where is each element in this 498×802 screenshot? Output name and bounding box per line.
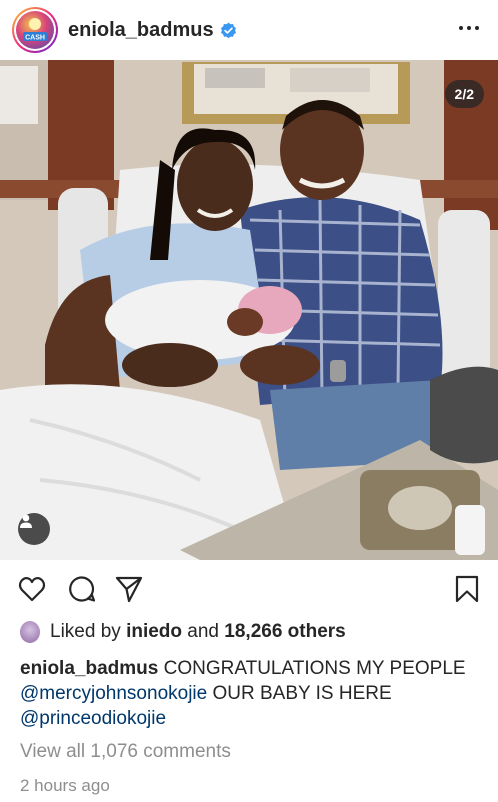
liker-username[interactable]: iniedo [126, 621, 182, 643]
liker-avatar [20, 621, 40, 643]
send-icon[interactable] [114, 574, 144, 604]
caption-username[interactable]: eniola_badmus [20, 658, 158, 679]
caption-mention-2[interactable]: @princeodiokojie [20, 708, 166, 729]
view-comments-link[interactable]: View all 1,076 comments [20, 741, 231, 763]
caption-mention-1[interactable]: @mercyjohnsonokojie [20, 683, 207, 704]
svg-text:CASH: CASH [25, 35, 45, 42]
more-options-icon[interactable] [456, 20, 482, 36]
tagged-user-icon[interactable] [18, 513, 50, 545]
action-bar [0, 560, 498, 616]
caption-text-1: CONGRATULATIONS MY PEOPLE [163, 658, 466, 679]
likes-prefix: Liked by [50, 621, 121, 642]
comment-icon[interactable] [67, 574, 97, 604]
likes-row[interactable]: Liked by iniedo and 18,266 others [20, 618, 346, 646]
post-header: CASH eniola_badmus [0, 0, 498, 60]
image-counter: 2/2 [444, 80, 484, 108]
profile-avatar[interactable]: CASH [12, 7, 58, 53]
post-image[interactable]: 2/2 [0, 60, 498, 560]
hospital-photo [0, 60, 498, 560]
caption-text-2: OUR BABY IS HERE [212, 683, 392, 704]
post-timestamp: 2 hours ago [20, 776, 110, 795]
avatar-logo-icon: CASH [23, 18, 47, 42]
heart-icon[interactable] [17, 574, 47, 604]
likes-others[interactable]: 18,266 others [224, 621, 345, 643]
bookmark-icon[interactable] [452, 574, 482, 604]
likes-connector: and [187, 621, 219, 642]
verified-badge-icon [220, 22, 236, 38]
post-username[interactable]: eniola_badmus [68, 19, 214, 42]
post-caption: eniola_badmus CONGRATULATIONS MY PEOPLE … [20, 656, 485, 731]
